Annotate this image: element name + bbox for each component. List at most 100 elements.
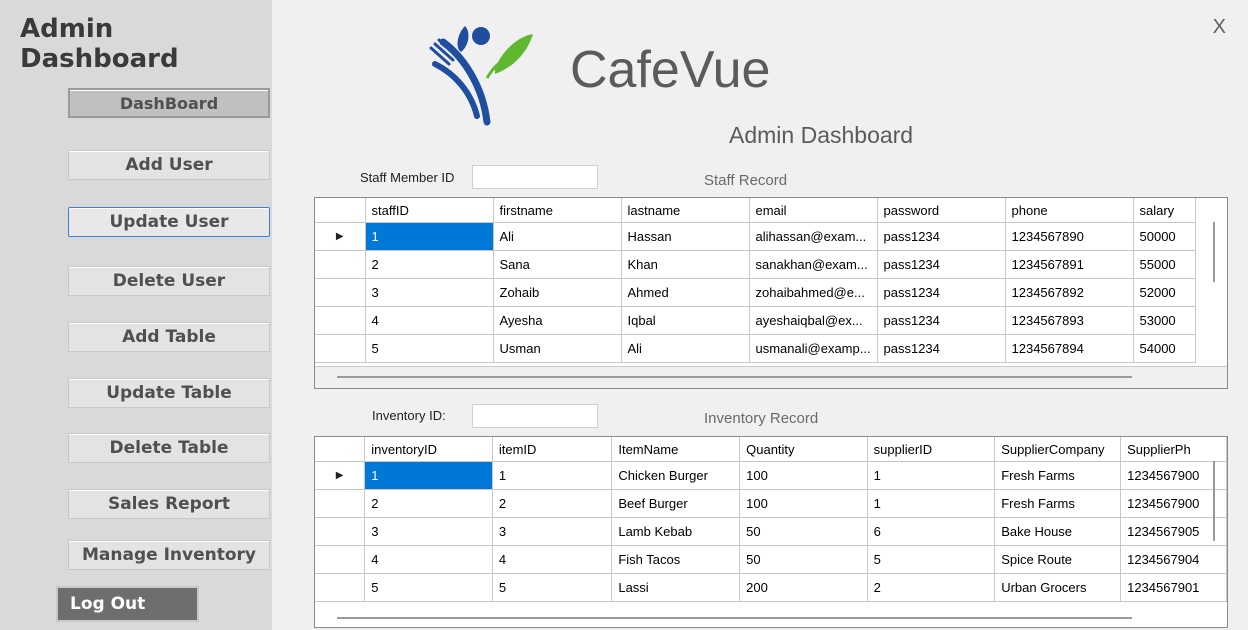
table-cell[interactable]: 50 [739,517,868,546]
table-cell[interactable]: alihassan@exam... [749,222,878,251]
table-cell[interactable]: pass1234 [877,222,1006,251]
current-row-indicator[interactable]: ▶ [315,222,366,251]
table-cell[interactable]: 1234567904 [1120,545,1227,574]
inventory-id-input[interactable] [472,404,598,428]
table-cell[interactable]: 1 [365,222,494,251]
row-header[interactable] [315,250,366,279]
table-cell[interactable]: Fresh Farms [994,461,1122,490]
table-cell[interactable]: Ayesha [493,306,622,335]
inventory-grid[interactable]: inventoryID itemID ItemName Quantity sup… [314,436,1228,628]
table-cell[interactable]: 1 [867,461,996,490]
table-cell[interactable]: Hassan [621,222,750,251]
table-cell[interactable]: 4 [365,306,494,335]
table-cell[interactable]: 1234567892 [1005,278,1134,307]
table-cell[interactable]: Khan [621,250,750,279]
table-cell[interactable]: 6 [867,517,996,546]
table-row[interactable]: 5 5 Lassi 200 2 Urban Grocers 1234567901 [315,573,1227,602]
column-header[interactable]: staffID [365,198,494,223]
add-user-button[interactable]: Add User [68,150,270,180]
table-cell[interactable]: 55000 [1133,250,1196,279]
row-header[interactable] [315,334,366,363]
staff-grid[interactable]: staffID firstname lastname email passwor… [314,197,1228,389]
table-cell[interactable]: Ahmed [621,278,750,307]
table-cell[interactable]: pass1234 [877,306,1006,335]
close-icon[interactable]: X [1213,16,1226,39]
table-cell[interactable]: Chicken Burger [611,461,741,490]
row-header[interactable] [315,545,366,574]
table-row[interactable]: 2 Sana Khan sanakhan@exam... pass1234 12… [315,250,1196,279]
table-cell[interactable]: pass1234 [877,250,1006,279]
table-cell[interactable]: 2 [867,573,996,602]
table-row[interactable]: ▶ 1 Ali Hassan alihassan@exam... pass123… [315,222,1196,251]
column-header[interactable]: ItemName [611,437,741,462]
table-cell[interactable]: Lamb Kebab [611,517,741,546]
update-table-button[interactable]: Update Table [68,378,270,408]
horizontal-scrollbar[interactable] [337,617,1132,619]
delete-table-button[interactable]: Delete Table [68,433,270,463]
table-cell[interactable]: 3 [492,517,613,546]
table-cell[interactable]: 1 [492,461,613,490]
table-cell[interactable]: 1 [364,461,493,490]
table-cell[interactable]: Ali [493,222,622,251]
column-header[interactable]: supplierID [867,437,996,462]
table-cell[interactable]: 100 [739,489,868,518]
table-cell[interactable]: 3 [365,278,494,307]
vertical-scrollbar[interactable] [1213,222,1215,282]
table-cell[interactable]: 1234567900 [1120,461,1227,490]
table-cell[interactable]: zohaibahmed@e... [749,278,878,307]
table-cell[interactable]: 5 [867,545,996,574]
column-header[interactable]: password [877,198,1006,223]
table-cell[interactable]: 50000 [1133,222,1196,251]
current-row-indicator[interactable]: ▶ [315,461,366,490]
table-cell[interactable]: 1234567901 [1120,573,1227,602]
table-cell[interactable]: Lassi [611,573,741,602]
horizontal-scrollbar[interactable] [337,376,1132,378]
dashboard-button[interactable]: DashBoard [68,88,270,118]
table-cell[interactable]: Fish Tacos [611,545,741,574]
row-header[interactable] [315,306,366,335]
table-cell[interactable]: Usman [493,334,622,363]
table-cell[interactable]: 100 [739,461,868,490]
table-row[interactable]: 4 Ayesha Iqbal ayeshaiqbal@ex... pass123… [315,306,1196,335]
table-cell[interactable]: 1234567890 [1005,222,1134,251]
table-cell[interactable]: 2 [492,489,613,518]
table-cell[interactable]: Iqbal [621,306,750,335]
table-cell[interactable]: 5 [365,334,494,363]
staff-id-input[interactable] [472,165,598,189]
table-cell[interactable]: Ali [621,334,750,363]
table-cell[interactable]: Urban Grocers [994,573,1122,602]
table-cell[interactable]: ayeshaiqbal@ex... [749,306,878,335]
table-row[interactable]: 5 Usman Ali usmanali@examp... pass1234 1… [315,334,1196,363]
table-cell[interactable]: 1234567900 [1120,489,1227,518]
table-row[interactable]: 2 2 Beef Burger 100 1 Fresh Farms 123456… [315,489,1227,518]
add-table-button[interactable]: Add Table [68,322,270,352]
table-cell[interactable]: 5 [492,573,613,602]
column-header[interactable]: firstname [493,198,622,223]
row-header[interactable] [315,278,366,307]
delete-user-button[interactable]: Delete User [68,266,270,296]
table-cell[interactable]: Beef Burger [611,489,741,518]
table-cell[interactable]: sanakhan@exam... [749,250,878,279]
row-header[interactable] [315,517,366,546]
row-header[interactable] [315,489,366,518]
column-header[interactable]: inventoryID [364,437,493,462]
column-header[interactable]: SupplierCompany [994,437,1122,462]
table-cell[interactable]: Spice Route [994,545,1122,574]
column-header[interactable]: lastname [621,198,750,223]
table-cell[interactable]: 54000 [1133,334,1196,363]
column-header[interactable]: SupplierPh [1120,437,1227,462]
table-cell[interactable]: 200 [739,573,868,602]
table-cell[interactable]: 1 [867,489,996,518]
table-cell[interactable]: Fresh Farms [994,489,1122,518]
table-cell[interactable]: pass1234 [877,278,1006,307]
table-row[interactable]: 3 Zohaib Ahmed zohaibahmed@e... pass1234… [315,278,1196,307]
table-cell[interactable]: 53000 [1133,306,1196,335]
column-header[interactable]: phone [1005,198,1134,223]
table-cell[interactable]: 1234567891 [1005,250,1134,279]
table-cell[interactable]: 3 [364,517,493,546]
table-cell[interactable]: 2 [365,250,494,279]
update-user-button[interactable]: Update User [68,207,270,237]
table-cell[interactable]: 1234567905 [1120,517,1227,546]
table-cell[interactable]: 4 [492,545,613,574]
column-header[interactable]: Quantity [739,437,868,462]
